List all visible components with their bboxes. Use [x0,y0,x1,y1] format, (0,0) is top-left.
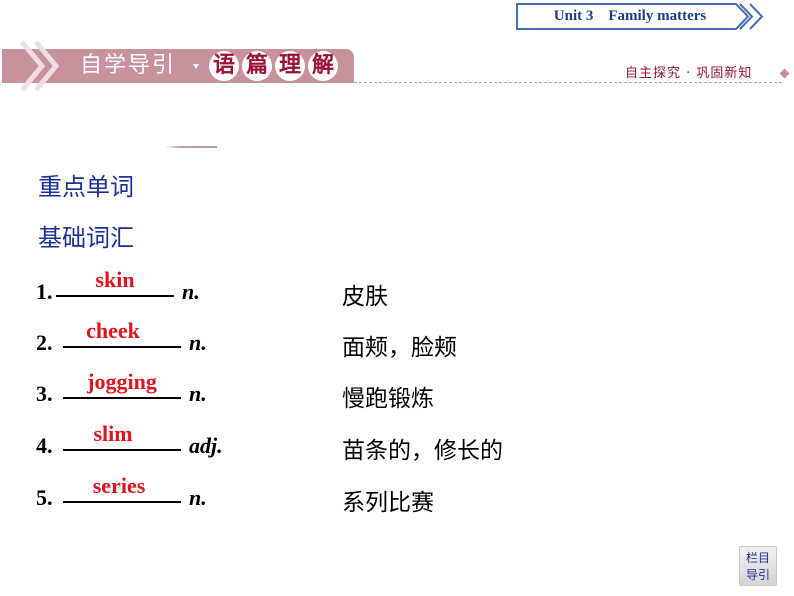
header-divider [354,82,782,83]
answer-blank [63,346,181,348]
answer-blank [63,397,181,399]
vocab-item: 3. jogging n. 慢跑锻炼 [36,369,596,412]
heading-basic-vocab: 基础词汇 [38,224,134,252]
unit-title: Unit 3 Family matters [553,8,707,24]
item-number: 4. [36,433,53,458]
item-number: 5. [36,485,53,510]
decorative-rule [165,146,217,148]
subtitle-char: 解 [308,51,338,81]
answer-word: skin [95,267,135,292]
section-subtitle: 语 篇 理 解 [209,51,338,81]
nav-button-line2: 导引 [745,568,770,582]
item-number: 3. [36,381,53,406]
meaning: 系列比赛 [342,490,434,516]
item-number: 2. [36,330,53,355]
section-nav-button[interactable]: 栏目 导引 [739,546,777,586]
section-title: 自学导引 [80,53,177,78]
part-of-speech: n. [189,485,207,510]
meaning: 苗条的，修长的 [342,438,503,464]
vocab-item: 4. slim adj. 苗条的，修长的 [36,421,596,464]
separator-dot [193,64,199,69]
heading-key-words: 重点单词 [38,173,134,201]
double-chevron-icon [20,40,60,92]
subtitle-char: 理 [275,51,305,81]
answer-word: series [92,473,146,498]
unit-banner: Unit 3 Family matters [516,3,764,30]
subtitle-char: 语 [209,51,239,81]
answer-word: cheek [86,318,140,343]
answer-word: jogging [87,369,157,394]
part-of-speech: n. [189,330,207,355]
right-subtitle: 自主探究 · 巩固新知 [625,66,753,81]
item-number: 1. [36,279,53,304]
part-of-speech: n. [189,381,207,406]
vocab-item: 5. series n. 系列比赛 [36,473,596,516]
meaning: 面颊，脸颊 [342,335,457,361]
part-of-speech: adj. [189,433,223,458]
vocab-item: 2. cheek n. 面颊，脸颊 [36,318,596,361]
vocab-item: 1. skin n. 皮肤 [36,267,596,310]
answer-blank [56,295,174,297]
answer-word: slim [93,421,133,446]
meaning: 慢跑锻炼 [342,386,434,412]
meaning: 皮肤 [342,284,388,310]
answer-blank [63,449,181,451]
subtitle-char: 篇 [242,51,272,81]
answer-blank [63,501,181,503]
nav-button-line1: 栏目 [745,551,770,565]
part-of-speech: n. [182,279,200,304]
diamond-icon [779,68,790,79]
